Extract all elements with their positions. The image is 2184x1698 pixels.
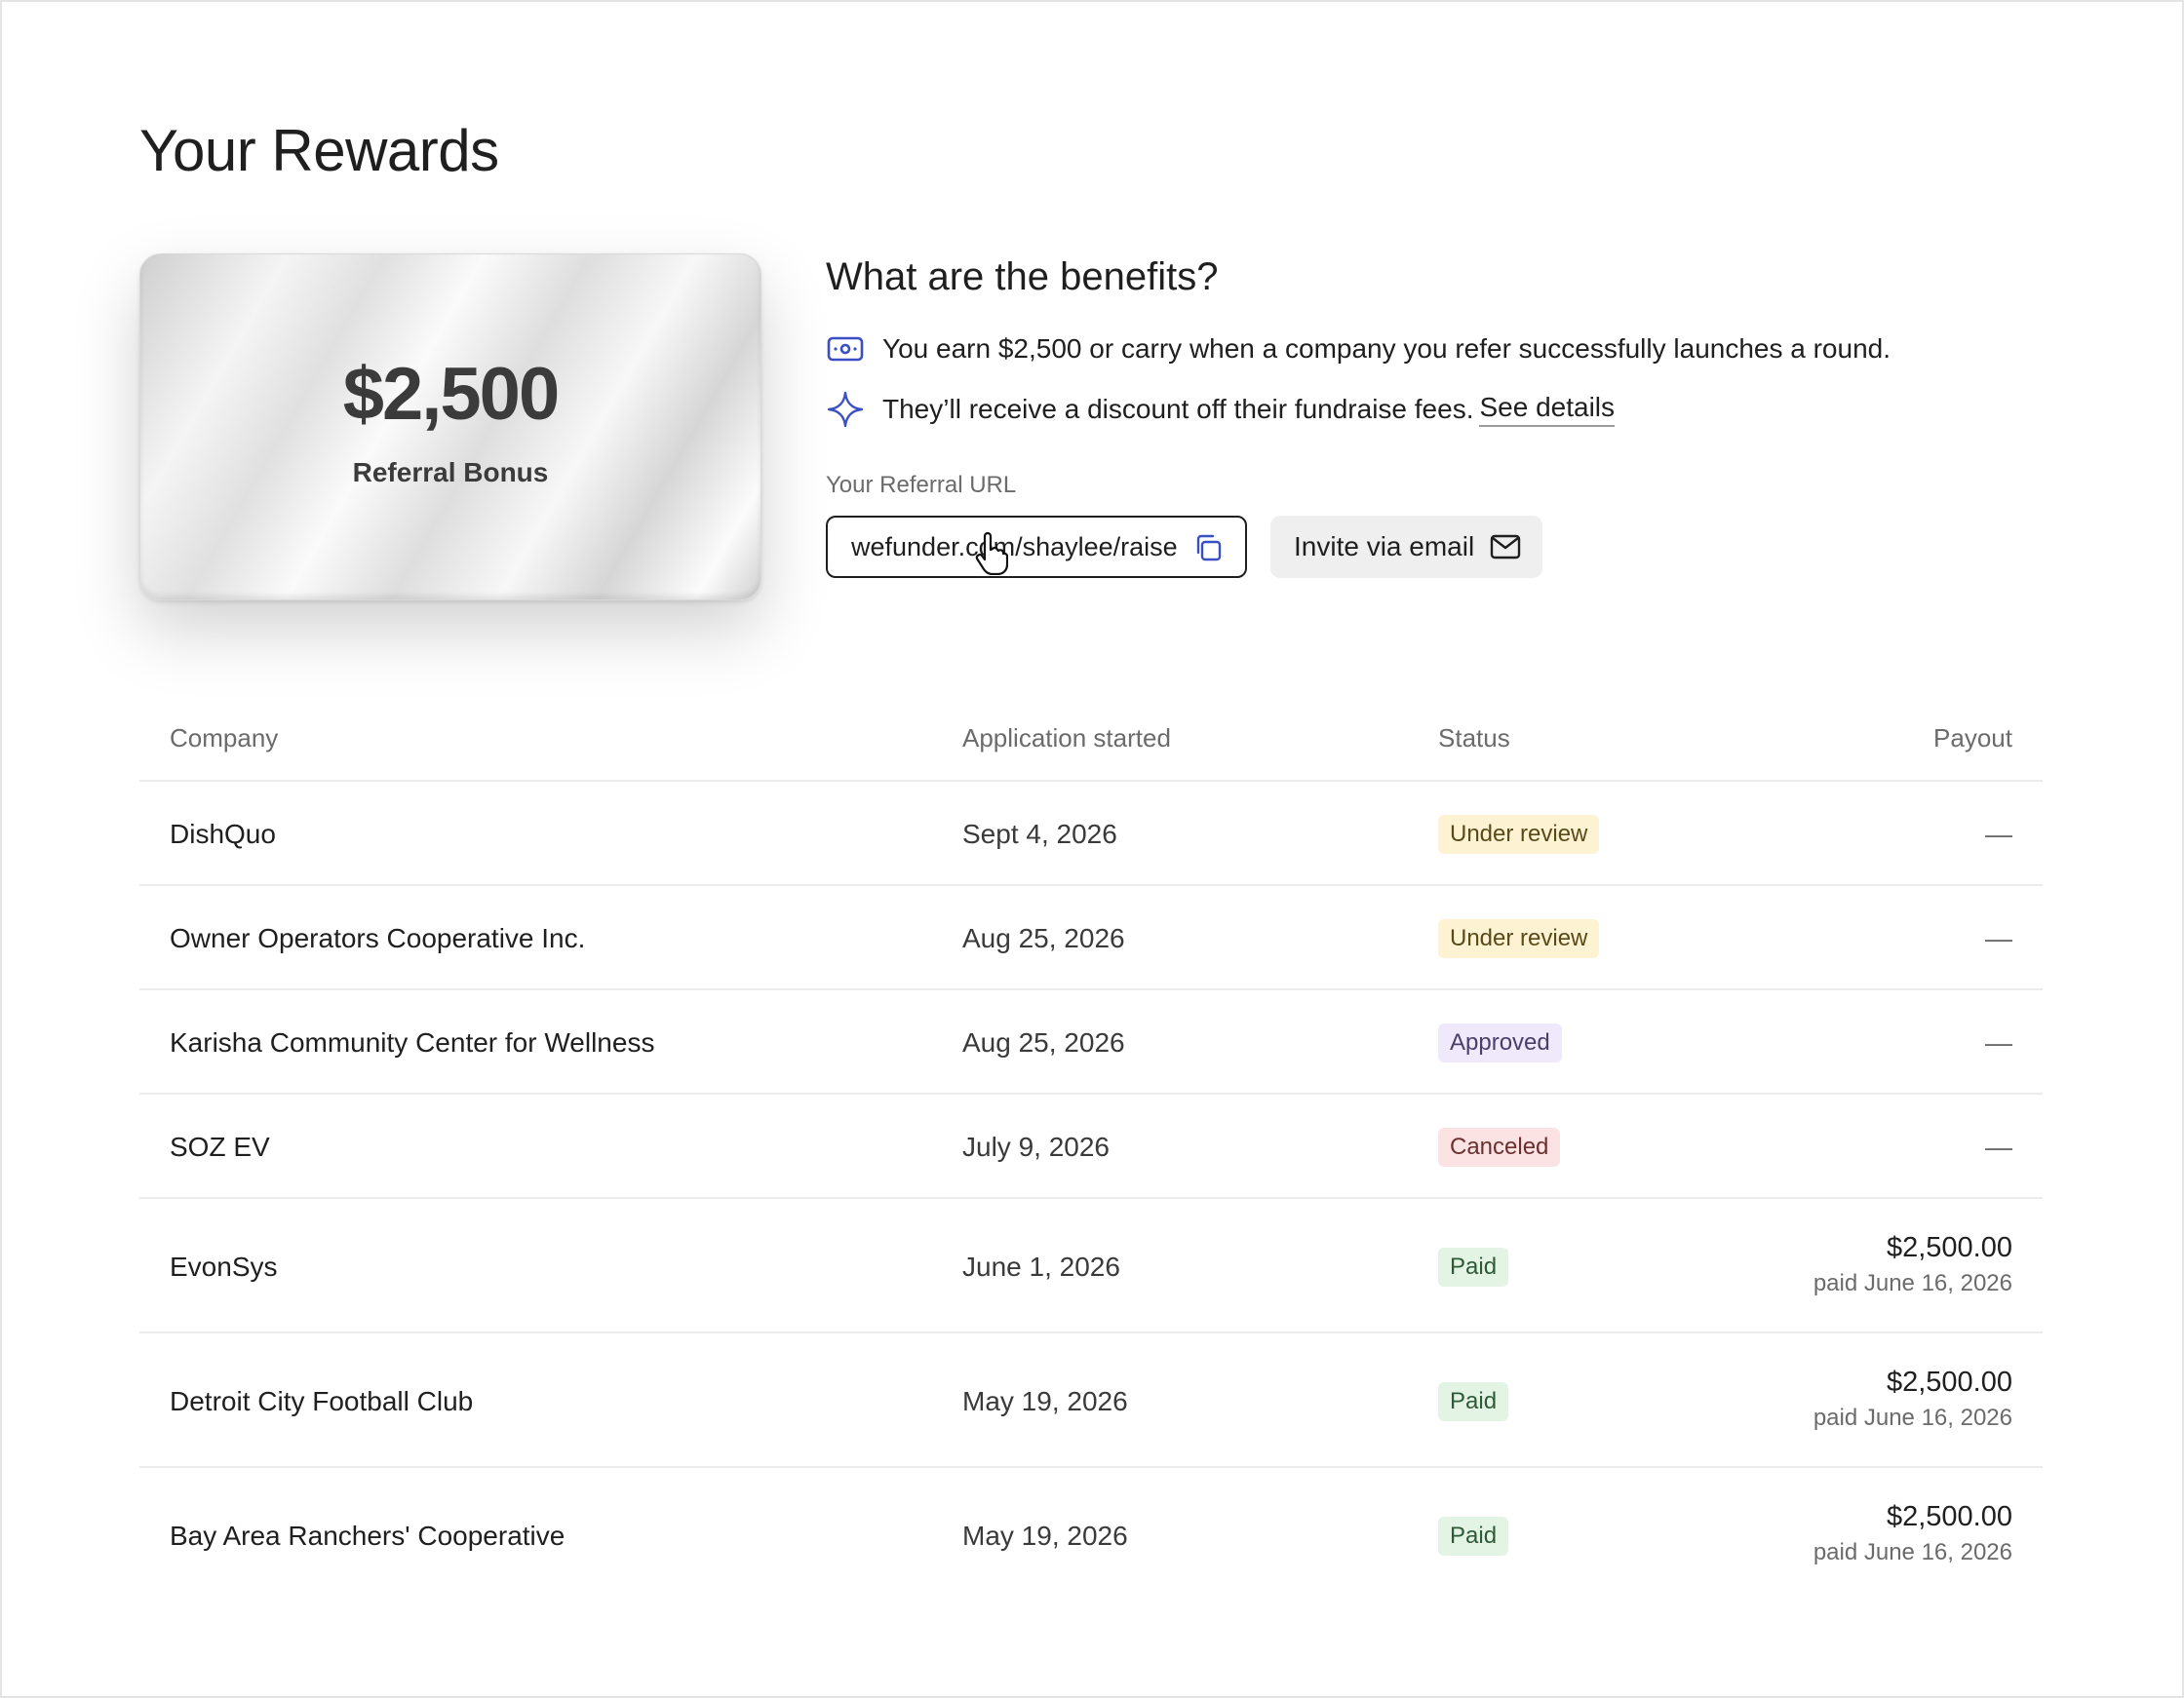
table-header: Company Application started Status Payou… <box>139 698 2043 782</box>
payout-value: — <box>1985 1027 2012 1058</box>
payout-value: — <box>1985 923 2012 953</box>
table-row[interactable]: Karisha Community Center for Wellness Au… <box>139 990 2043 1095</box>
invite-button-label: Invite via email <box>1294 531 1475 561</box>
referral-url-label: Your Referral URL <box>826 472 1017 498</box>
status-badge: Under review <box>1438 815 1600 854</box>
application-date: May 19, 2026 <box>962 1521 1128 1551</box>
benefits-title: What are the benefits? <box>826 255 1219 298</box>
status-badge: Canceled <box>1438 1128 1561 1167</box>
referral-url-value: wefunder.com/shaylee/raise <box>851 531 1178 561</box>
payout-value: $2,500.00 paid June 16, 2026 <box>1814 1367 2012 1432</box>
status-badge: Approved <box>1438 1023 1562 1062</box>
application-date: Aug 25, 2026 <box>962 923 1125 953</box>
table-row[interactable]: Owner Operators Cooperative Inc. Aug 25,… <box>139 886 2043 990</box>
referrals-table: Company Application started Status Payou… <box>139 698 2043 1602</box>
hand-cursor-icon <box>975 531 1009 576</box>
application-date: June 1, 2026 <box>962 1252 1120 1282</box>
status-badge: Paid <box>1438 1248 1509 1287</box>
payout-amount: $2,500.00 <box>1886 1232 2012 1263</box>
benefit-item: They’ll receive a discount off their fun… <box>826 390 1616 429</box>
company-name: Bay Area Ranchers' Cooperative <box>170 1521 566 1551</box>
table-row[interactable]: Detroit City Football Club May 19, 2026 … <box>139 1333 2043 1468</box>
benefit-item: You earn $2,500 or carry when a company … <box>826 329 1891 368</box>
table-row[interactable]: EvonSys June 1, 2026 Paid $2,500.00 paid… <box>139 1199 2043 1333</box>
header-company: Company <box>170 723 279 753</box>
application-date: May 19, 2026 <box>962 1386 1128 1416</box>
benefit-text: You earn $2,500 or carry when a company … <box>882 333 1892 364</box>
payout-date: paid June 16, 2026 <box>1813 1270 2012 1296</box>
table-row[interactable]: DishQuo Sept 4, 2026 Under review — <box>139 782 2043 886</box>
payout-value: $2,500.00 paid June 16, 2026 <box>1814 1501 2012 1566</box>
status-badge: Paid <box>1438 1517 1509 1556</box>
payout-date: paid June 16, 2026 <box>1813 1405 2012 1431</box>
application-date: July 9, 2026 <box>962 1132 1110 1162</box>
payout-date: paid June 16, 2026 <box>1813 1539 2012 1565</box>
company-name: Detroit City Football Club <box>170 1386 474 1416</box>
payout-value: — <box>1985 1132 2012 1162</box>
company-name: EvonSys <box>170 1252 278 1282</box>
sparkle-icon <box>826 390 865 429</box>
status-badge: Paid <box>1438 1382 1509 1421</box>
see-details-link[interactable]: See details <box>1479 392 1616 427</box>
header-application-started: Application started <box>962 723 1171 753</box>
status-badge: Under review <box>1438 919 1600 958</box>
referral-bonus-card: $2,500 Referral Bonus <box>139 253 761 600</box>
company-name: DishQuo <box>170 819 276 849</box>
payout-value: $2,500.00 paid June 16, 2026 <box>1814 1232 2012 1297</box>
referral-url-field[interactable]: wefunder.com/shaylee/raise <box>826 516 1247 578</box>
table-row[interactable]: SOZ EV July 9, 2026 Canceled — <box>139 1095 2043 1199</box>
header-payout: Payout <box>1933 723 2012 753</box>
page-title: Your Rewards <box>139 118 499 183</box>
header-status: Status <box>1438 723 1510 753</box>
mail-icon <box>1490 533 1521 560</box>
table-row[interactable]: Bay Area Ranchers' Cooperative May 19, 2… <box>139 1468 2043 1602</box>
payout-amount: $2,500.00 <box>1886 1367 2012 1398</box>
invite-via-email-button[interactable]: Invite via email <box>1270 516 1542 578</box>
bonus-label: Referral Bonus <box>352 457 549 487</box>
payout-value: — <box>1985 819 2012 849</box>
bonus-amount: $2,500 <box>342 353 560 436</box>
application-date: Sept 4, 2026 <box>962 819 1117 849</box>
cash-icon <box>826 329 865 368</box>
application-date: Aug 25, 2026 <box>962 1027 1125 1058</box>
company-name: SOZ EV <box>170 1132 270 1162</box>
payout-amount: $2,500.00 <box>1886 1501 2012 1532</box>
benefit-text: They’ll receive a discount off their fun… <box>882 394 1474 424</box>
company-name: Owner Operators Cooperative Inc. <box>170 923 586 953</box>
company-name: Karisha Community Center for Wellness <box>170 1027 655 1058</box>
copy-icon[interactable] <box>1192 532 1224 563</box>
